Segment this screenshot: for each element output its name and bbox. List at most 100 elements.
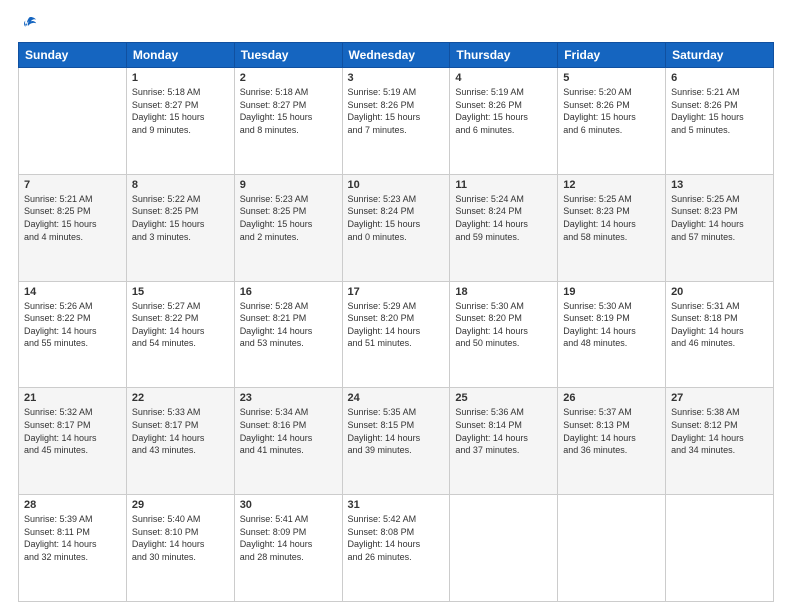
calendar-cell: 12Sunrise: 5:25 AM Sunset: 8:23 PM Dayli… <box>558 174 666 281</box>
calendar-cell: 6 Sunrise: 5:21 AM Sunset: 8:26 PM Daylig… <box>666 68 774 175</box>
day-info: Sunrise: 5:36 AM Sunset: 8:14 PM Dayligh… <box>455 406 552 456</box>
day-info: Sunrise: 5:37 AM Sunset: 8:13 PM Dayligh… <box>563 406 660 456</box>
day-info: Sunrise: 5:25 AM Sunset: 8:23 PM Dayligh… <box>671 193 768 243</box>
day-info: Sunrise: 5:24 AM Sunset: 8:24 PM Dayligh… <box>455 193 552 243</box>
day-number: 31 <box>348 499 445 511</box>
calendar-cell: 15 Sunrise: 5:27 AM Sunset: 8:22 PM Dayli… <box>126 281 234 388</box>
calendar-cell: 27 Sunrise: 5:38 AM Sunset: 8:12 PM Dayli… <box>666 388 774 495</box>
logo <box>18 16 38 34</box>
day-number: 11 <box>455 179 552 191</box>
calendar-cell: 21Sunrise: 5:32 AM Sunset: 8:17 PM Dayli… <box>19 388 127 495</box>
calendar-cell: 18 Sunrise: 5:30 AM Sunset: 8:20 PM Dayli… <box>450 281 558 388</box>
day-info: Sunrise: 5:19 AM Sunset: 8:26 PM Dayligh… <box>348 86 445 136</box>
calendar-cell: 16 Sunrise: 5:28 AM Sunset: 8:21 PM Dayli… <box>234 281 342 388</box>
calendar-cell: 2Sunrise: 5:18 AM Sunset: 8:27 PM Daylig… <box>234 68 342 175</box>
calendar-week-row-2: 7 Sunrise: 5:21 AM Sunset: 8:25 PM Daylig… <box>19 174 774 281</box>
day-info: Sunrise: 5:41 AM Sunset: 8:09 PM Dayligh… <box>240 513 337 563</box>
day-info: Sunrise: 5:21 AM Sunset: 8:26 PM Dayligh… <box>671 86 768 136</box>
calendar-cell: 29 Sunrise: 5:40 AM Sunset: 8:10 PM Dayli… <box>126 495 234 602</box>
day-info: Sunrise: 5:23 AM Sunset: 8:25 PM Dayligh… <box>240 193 337 243</box>
day-number: 7 <box>24 179 121 191</box>
calendar-table: SundayMondayTuesdayWednesdayThursdayFrid… <box>18 42 774 602</box>
day-info: Sunrise: 5:18 AM Sunset: 8:27 PM Dayligh… <box>132 86 229 136</box>
day-number: 29 <box>132 499 229 511</box>
calendar-cell: 11 Sunrise: 5:24 AM Sunset: 8:24 PM Dayli… <box>450 174 558 281</box>
header <box>18 16 774 34</box>
weekday-header-row: SundayMondayTuesdayWednesdayThursdayFrid… <box>19 43 774 68</box>
logo-bird-icon <box>20 16 38 34</box>
calendar-cell: 4Sunrise: 5:19 AM Sunset: 8:26 PM Daylig… <box>450 68 558 175</box>
calendar-cell: 14 Sunrise: 5:26 AM Sunset: 8:22 PM Dayli… <box>19 281 127 388</box>
calendar-cell: 20Sunrise: 5:31 AM Sunset: 8:18 PM Dayli… <box>666 281 774 388</box>
day-number: 22 <box>132 392 229 404</box>
calendar-cell: 24Sunrise: 5:35 AM Sunset: 8:15 PM Dayli… <box>342 388 450 495</box>
calendar-cell: 8 Sunrise: 5:22 AM Sunset: 8:25 PM Daylig… <box>126 174 234 281</box>
calendar-week-row-4: 21Sunrise: 5:32 AM Sunset: 8:17 PM Dayli… <box>19 388 774 495</box>
day-number: 27 <box>671 392 768 404</box>
day-number: 30 <box>240 499 337 511</box>
day-number: 14 <box>24 286 121 298</box>
calendar-cell: 5 Sunrise: 5:20 AM Sunset: 8:26 PM Daylig… <box>558 68 666 175</box>
day-number: 12 <box>563 179 660 191</box>
calendar-cell: 7 Sunrise: 5:21 AM Sunset: 8:25 PM Daylig… <box>19 174 127 281</box>
day-info: Sunrise: 5:42 AM Sunset: 8:08 PM Dayligh… <box>348 513 445 563</box>
day-number: 15 <box>132 286 229 298</box>
day-info: Sunrise: 5:21 AM Sunset: 8:25 PM Dayligh… <box>24 193 121 243</box>
weekday-header-thursday: Thursday <box>450 43 558 68</box>
weekday-header-monday: Monday <box>126 43 234 68</box>
day-info: Sunrise: 5:19 AM Sunset: 8:26 PM Dayligh… <box>455 86 552 136</box>
day-number: 20 <box>671 286 768 298</box>
weekday-header-sunday: Sunday <box>19 43 127 68</box>
day-info: Sunrise: 5:18 AM Sunset: 8:27 PM Dayligh… <box>240 86 337 136</box>
calendar-cell <box>558 495 666 602</box>
day-number: 6 <box>671 72 768 84</box>
day-number: 24 <box>348 392 445 404</box>
day-info: Sunrise: 5:30 AM Sunset: 8:19 PM Dayligh… <box>563 300 660 350</box>
calendar-week-row-5: 28 Sunrise: 5:39 AM Sunset: 8:11 PM Dayli… <box>19 495 774 602</box>
day-number: 23 <box>240 392 337 404</box>
day-number: 10 <box>348 179 445 191</box>
calendar-cell: 28 Sunrise: 5:39 AM Sunset: 8:11 PM Dayli… <box>19 495 127 602</box>
day-number: 1 <box>132 72 229 84</box>
day-info: Sunrise: 5:20 AM Sunset: 8:26 PM Dayligh… <box>563 86 660 136</box>
calendar-cell: 26 Sunrise: 5:37 AM Sunset: 8:13 PM Dayli… <box>558 388 666 495</box>
day-info: Sunrise: 5:22 AM Sunset: 8:25 PM Dayligh… <box>132 193 229 243</box>
day-info: Sunrise: 5:38 AM Sunset: 8:12 PM Dayligh… <box>671 406 768 456</box>
calendar-cell: 13 Sunrise: 5:25 AM Sunset: 8:23 PM Dayli… <box>666 174 774 281</box>
day-info: Sunrise: 5:33 AM Sunset: 8:17 PM Dayligh… <box>132 406 229 456</box>
day-number: 8 <box>132 179 229 191</box>
day-number: 13 <box>671 179 768 191</box>
day-number: 16 <box>240 286 337 298</box>
calendar-cell: 17Sunrise: 5:29 AM Sunset: 8:20 PM Dayli… <box>342 281 450 388</box>
weekday-header-saturday: Saturday <box>666 43 774 68</box>
day-info: Sunrise: 5:39 AM Sunset: 8:11 PM Dayligh… <box>24 513 121 563</box>
day-number: 5 <box>563 72 660 84</box>
calendar-cell <box>450 495 558 602</box>
day-number: 3 <box>348 72 445 84</box>
day-info: Sunrise: 5:34 AM Sunset: 8:16 PM Dayligh… <box>240 406 337 456</box>
day-info: Sunrise: 5:23 AM Sunset: 8:24 PM Dayligh… <box>348 193 445 243</box>
day-info: Sunrise: 5:26 AM Sunset: 8:22 PM Dayligh… <box>24 300 121 350</box>
day-info: Sunrise: 5:30 AM Sunset: 8:20 PM Dayligh… <box>455 300 552 350</box>
day-number: 9 <box>240 179 337 191</box>
day-info: Sunrise: 5:28 AM Sunset: 8:21 PM Dayligh… <box>240 300 337 350</box>
calendar-week-row-1: 1 Sunrise: 5:18 AM Sunset: 8:27 PM Daylig… <box>19 68 774 175</box>
calendar-cell: 31 Sunrise: 5:42 AM Sunset: 8:08 PM Dayli… <box>342 495 450 602</box>
day-info: Sunrise: 5:32 AM Sunset: 8:17 PM Dayligh… <box>24 406 121 456</box>
day-number: 26 <box>563 392 660 404</box>
day-number: 25 <box>455 392 552 404</box>
calendar-week-row-3: 14 Sunrise: 5:26 AM Sunset: 8:22 PM Dayli… <box>19 281 774 388</box>
day-info: Sunrise: 5:40 AM Sunset: 8:10 PM Dayligh… <box>132 513 229 563</box>
day-number: 28 <box>24 499 121 511</box>
calendar-cell: 22 Sunrise: 5:33 AM Sunset: 8:17 PM Dayli… <box>126 388 234 495</box>
calendar-cell: 25 Sunrise: 5:36 AM Sunset: 8:14 PM Dayli… <box>450 388 558 495</box>
day-info: Sunrise: 5:27 AM Sunset: 8:22 PM Dayligh… <box>132 300 229 350</box>
weekday-header-wednesday: Wednesday <box>342 43 450 68</box>
day-number: 19 <box>563 286 660 298</box>
day-number: 18 <box>455 286 552 298</box>
calendar-cell: 3 Sunrise: 5:19 AM Sunset: 8:26 PM Daylig… <box>342 68 450 175</box>
page: SundayMondayTuesdayWednesdayThursdayFrid… <box>0 0 792 612</box>
calendar-cell: 1 Sunrise: 5:18 AM Sunset: 8:27 PM Daylig… <box>126 68 234 175</box>
calendar-cell: 19 Sunrise: 5:30 AM Sunset: 8:19 PM Dayli… <box>558 281 666 388</box>
calendar-cell: 30 Sunrise: 5:41 AM Sunset: 8:09 PM Dayli… <box>234 495 342 602</box>
